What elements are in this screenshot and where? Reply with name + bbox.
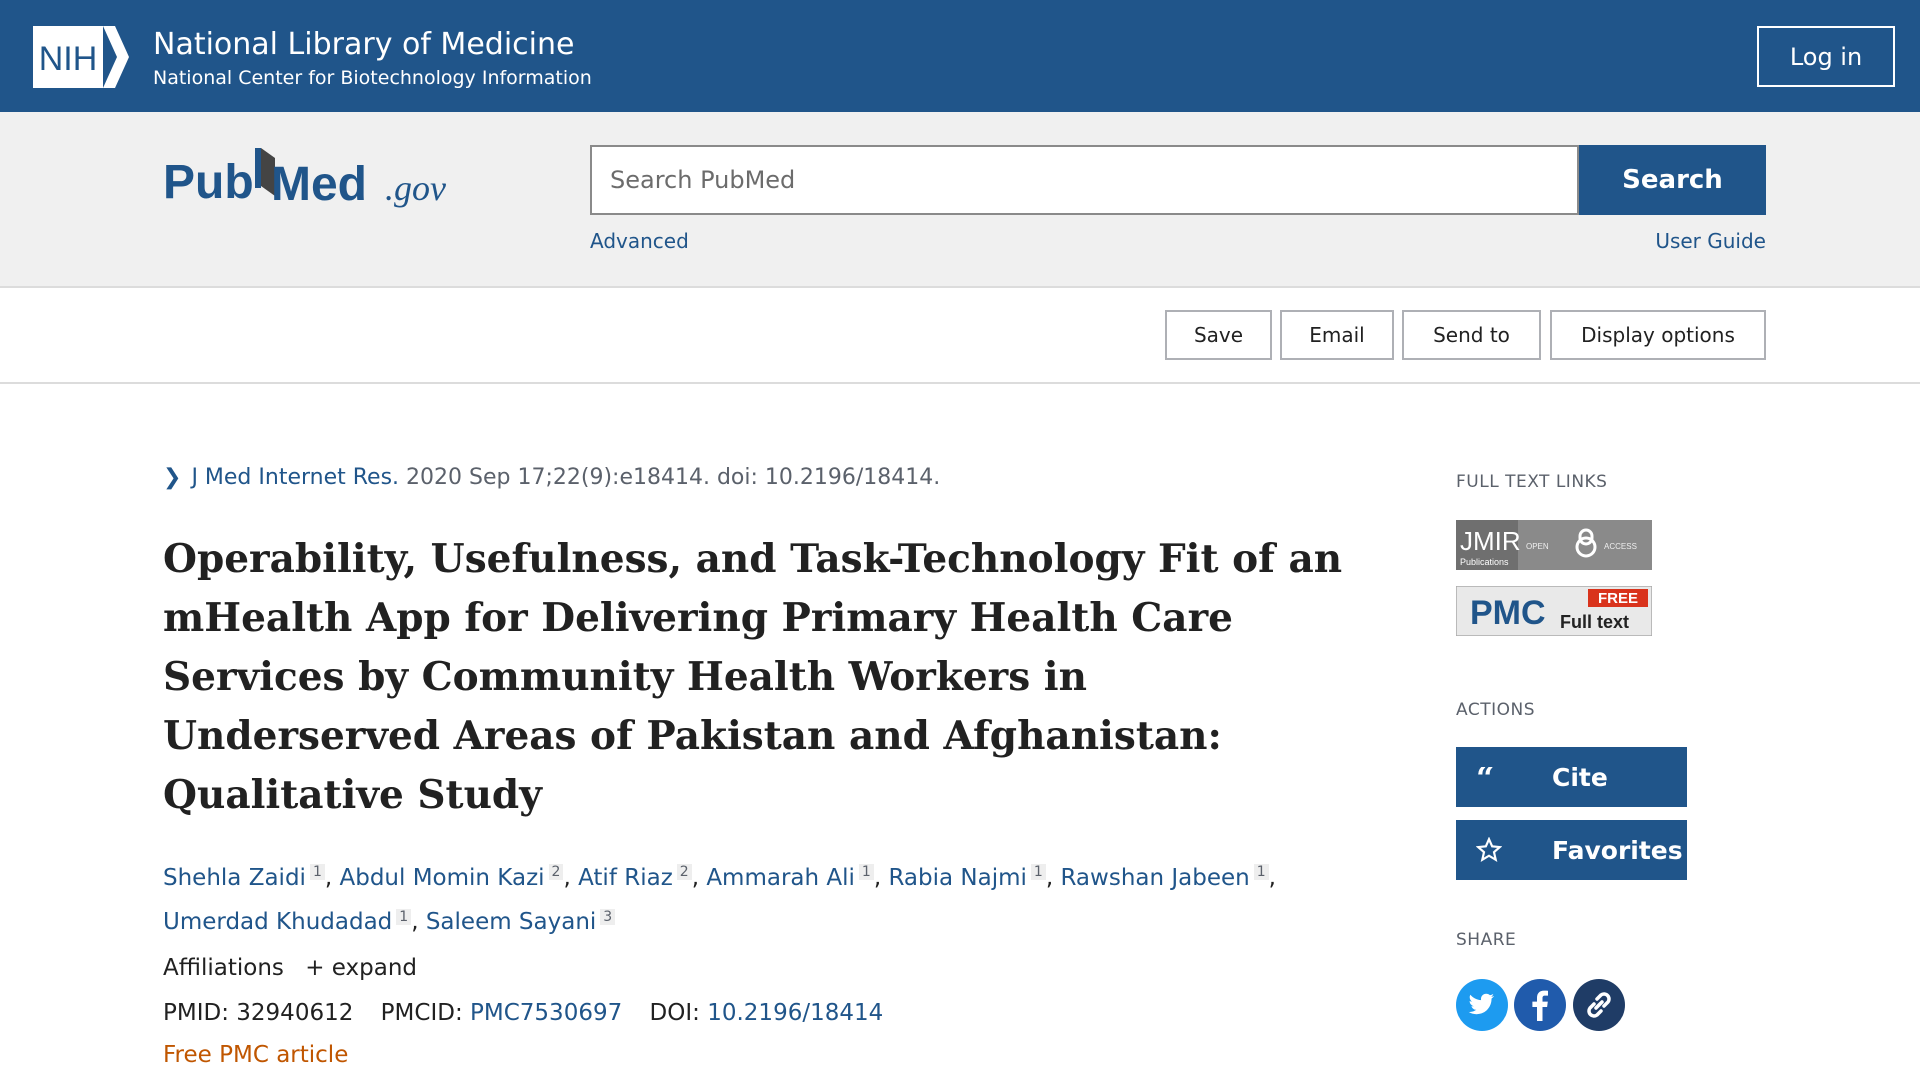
jmir-open-access-link[interactable]: JMIR Publications OPEN ACCESS <box>1456 520 1652 570</box>
author-item: Abdul Momin Kazi 2, <box>339 864 579 891</box>
twitter-icon[interactable] <box>1456 979 1508 1031</box>
svg-text:ACCESS: ACCESS <box>1604 542 1637 551</box>
svg-text:.gov: .gov <box>385 168 446 208</box>
author-link[interactable]: Rabia Najmi <box>888 865 1026 891</box>
citation: ❯ J Med Internet Res. 2020 Sep 17;22(9):e… <box>163 465 940 490</box>
affiliations-expand-toggle[interactable]: + expand <box>305 955 417 981</box>
author-link[interactable]: Atif Riaz <box>578 865 673 891</box>
pmcid-label: PMCID: <box>380 1000 463 1026</box>
user-guide-link[interactable]: User Guide <box>1655 229 1766 253</box>
email-button[interactable]: Email <box>1280 310 1394 360</box>
author-item: Saleem Sayani 3 <box>426 908 616 935</box>
pubmed-logo[interactable]: Pub Med .gov <box>163 140 463 220</box>
svg-text:“: “ <box>1476 767 1494 787</box>
author-item: Shehla Zaidi 1, <box>163 864 340 891</box>
author-item: Ammarah Ali 1, <box>706 864 889 891</box>
article-title: Operability, Usefulness, and Task-Techno… <box>163 536 1343 818</box>
affiliations-label: Affiliations <box>163 955 284 981</box>
author-item: Umerdad Khudadad 1, <box>163 908 426 936</box>
author-link[interactable]: Ammarah Ali <box>706 865 855 891</box>
svg-text:Publications: Publications <box>1460 557 1509 567</box>
facebook-icon[interactable] <box>1514 979 1566 1031</box>
search-button[interactable]: Search <box>1579 145 1766 215</box>
actions-heading: ACTIONS <box>1456 700 1535 720</box>
plus-icon: + <box>305 955 325 981</box>
full-text-links-heading: FULL TEXT LINKS <box>1456 472 1608 492</box>
svg-text:Pub: Pub <box>163 156 254 209</box>
svg-text:PMC: PMC <box>1470 594 1546 632</box>
affiliation-number[interactable]: 1 <box>396 908 412 925</box>
pmid-label: PMID: <box>163 1000 229 1026</box>
affiliation-number[interactable]: 1 <box>309 864 325 880</box>
star-icon <box>1476 837 1516 863</box>
affiliation-number[interactable]: 1 <box>1030 864 1046 880</box>
author-link[interactable]: Shehla Zaidi <box>163 865 306 891</box>
cite-label: Cite <box>1552 762 1608 792</box>
affiliations: Affiliations + expand <box>163 955 417 981</box>
doi-link[interactable]: 10.2196/18414 <box>707 1000 883 1026</box>
send-to-button[interactable]: Send to <box>1402 310 1541 360</box>
svg-text:FREE: FREE <box>1598 590 1638 607</box>
copy-link-icon[interactable] <box>1573 979 1625 1031</box>
author-link[interactable]: Abdul Momin Kazi <box>339 865 544 891</box>
svg-text:Med: Med <box>271 158 367 211</box>
pmc-free-full-text-link[interactable]: PMC FREE Full text <box>1456 586 1652 636</box>
author-link[interactable]: Rawshan Jabeen <box>1060 865 1249 891</box>
affiliation-number[interactable]: 1 <box>1253 864 1269 880</box>
affiliation-number[interactable]: 2 <box>548 864 564 880</box>
nih-logo[interactable]: NIH <box>33 26 129 88</box>
pmcid-link[interactable]: PMC7530697 <box>470 1000 622 1026</box>
advanced-search-link[interactable]: Advanced <box>590 229 689 253</box>
pmid-value: 32940612 <box>236 1000 354 1026</box>
article-identifiers: PMID: 32940612 PMCID: PMC7530697 DOI: 10… <box>163 1000 883 1026</box>
svg-text:OPEN: OPEN <box>1526 542 1549 551</box>
share-heading: SHARE <box>1456 930 1517 950</box>
svg-text:NIH: NIH <box>39 40 98 78</box>
affiliation-number[interactable]: 2 <box>676 864 692 880</box>
quote-icon: “ <box>1476 767 1516 787</box>
authors-list: Shehla Zaidi 1, Abdul Momin Kazi 2, Atif R… <box>163 853 1353 942</box>
affiliation-number[interactable]: 1 <box>858 864 874 880</box>
login-button[interactable]: Log in <box>1757 26 1895 87</box>
doi-label: DOI: <box>649 1000 700 1026</box>
cite-button[interactable]: “ Cite <box>1456 747 1687 807</box>
display-options-button[interactable]: Display options <box>1550 310 1766 360</box>
chevron-right-icon[interactable]: ❯ <box>163 465 181 490</box>
author-item: Atif Riaz 2, <box>578 864 707 891</box>
search-input[interactable] <box>590 145 1579 215</box>
journal-link[interactable]: J Med Internet Res. <box>191 465 399 490</box>
author-link[interactable]: Saleem Sayani <box>426 909 596 935</box>
nih-title[interactable]: National Library of Medicine <box>153 27 574 62</box>
author-item: Rawshan Jabeen 1, <box>1060 864 1276 891</box>
author-item: Rabia Najmi 1, <box>888 864 1061 891</box>
nih-subtitle: National Center for Biotechnology Inform… <box>153 67 592 89</box>
free-pmc-article-label: Free PMC article <box>163 1042 349 1068</box>
affiliation-number[interactable]: 3 <box>600 908 616 925</box>
nih-banner: NIH National Library of Medicine Nationa… <box>0 0 1920 112</box>
svg-text:Full text: Full text <box>1560 612 1629 632</box>
favorites-label: Favorites <box>1552 835 1683 865</box>
citation-details: 2020 Sep 17;22(9):e18414. doi: 10.2196/1… <box>406 465 941 490</box>
author-link[interactable]: Umerdad Khudadad <box>163 909 392 935</box>
favorites-button[interactable]: Favorites <box>1456 820 1687 880</box>
save-button[interactable]: Save <box>1165 310 1272 360</box>
svg-text:JMIR: JMIR <box>1460 526 1521 556</box>
